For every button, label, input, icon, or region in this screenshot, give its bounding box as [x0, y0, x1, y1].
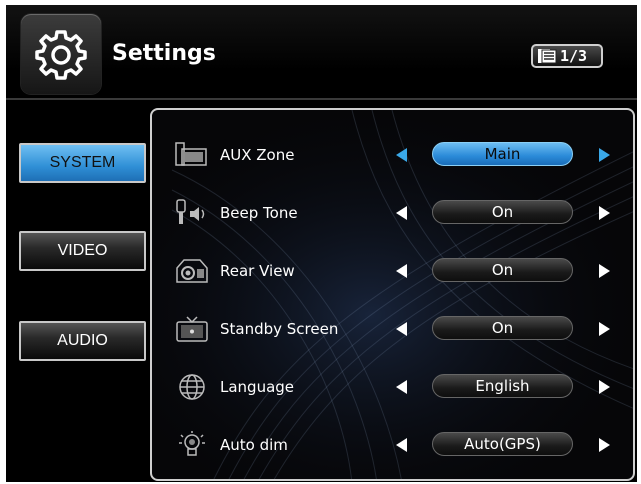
- previous-arrow[interactable]: [396, 148, 407, 162]
- setting-row-language: Language English: [152, 368, 633, 408]
- tab-video[interactable]: VIDEO: [19, 231, 146, 271]
- aux-zone-icon: [175, 142, 207, 166]
- setting-label: AUX Zone: [220, 146, 295, 164]
- page-indicator[interactable]: 1/3: [531, 44, 603, 68]
- page-title: Settings: [112, 41, 216, 66]
- setting-label: Auto dim: [220, 436, 288, 454]
- previous-arrow[interactable]: [396, 264, 407, 278]
- rear-view-icon: [176, 259, 208, 283]
- setting-row-auto-dim: Auto dim Auto(GPS): [152, 426, 633, 466]
- tab-audio[interactable]: AUDIO: [19, 321, 146, 361]
- setting-value-pill[interactable]: On: [432, 316, 573, 340]
- previous-arrow[interactable]: [396, 322, 407, 336]
- tab-system[interactable]: SYSTEM: [19, 143, 146, 183]
- next-arrow[interactable]: [599, 380, 610, 394]
- setting-value-pill[interactable]: On: [432, 200, 573, 224]
- settings-panel: AUX Zone Main Beep Tone On Rear View On …: [150, 108, 635, 481]
- previous-arrow[interactable]: [396, 206, 407, 220]
- settings-gear-icon[interactable]: [21, 14, 101, 94]
- setting-row-standby-screen: Standby Screen On: [152, 310, 633, 350]
- next-arrow[interactable]: [599, 322, 610, 336]
- page-indicator-text: 1/3: [560, 47, 588, 65]
- previous-arrow[interactable]: [396, 380, 407, 394]
- setting-row-beep-tone: Beep Tone On: [152, 194, 633, 234]
- next-arrow[interactable]: [599, 264, 610, 278]
- beep-tone-icon: [176, 199, 205, 224]
- settings-screen: Settings 1/3 SYSTEM VIDEO AUDIO AUX Zone…: [6, 5, 637, 482]
- document-list-icon: [538, 49, 557, 64]
- setting-label: Standby Screen: [220, 320, 339, 338]
- previous-arrow[interactable]: [396, 438, 407, 452]
- setting-row-aux-zone: AUX Zone Main: [152, 136, 633, 176]
- setting-label: Language: [220, 378, 295, 396]
- setting-label: Beep Tone: [220, 204, 298, 222]
- setting-value-pill[interactable]: Main: [432, 142, 573, 166]
- next-arrow[interactable]: [599, 148, 610, 162]
- setting-value-pill[interactable]: Auto(GPS): [432, 432, 573, 456]
- header-bar: Settings 1/3: [6, 5, 637, 98]
- globe-icon: [179, 374, 205, 400]
- next-arrow[interactable]: [599, 206, 610, 220]
- setting-label: Rear View: [220, 262, 295, 280]
- next-arrow[interactable]: [599, 438, 610, 452]
- setting-value-pill[interactable]: English: [432, 374, 573, 398]
- setting-row-rear-view: Rear View On: [152, 252, 633, 292]
- header-divider: [6, 98, 637, 100]
- standby-screen-icon: [176, 316, 208, 342]
- bulb-icon: [179, 431, 205, 456]
- setting-value-pill[interactable]: On: [432, 258, 573, 282]
